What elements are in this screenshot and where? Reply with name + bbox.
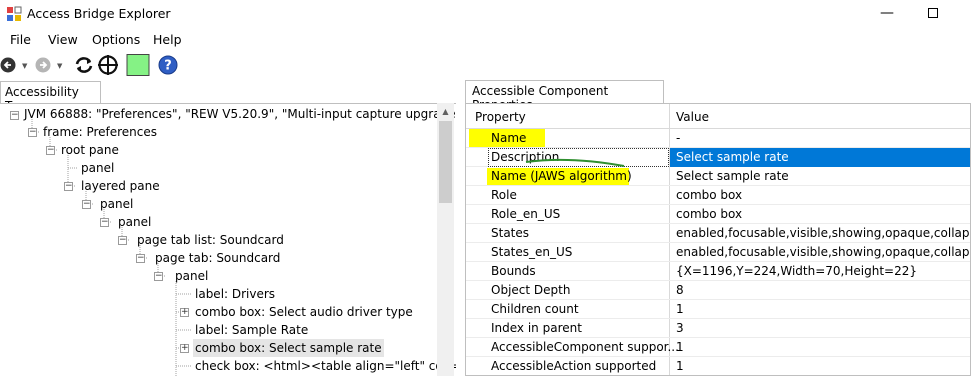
tree-node[interactable]: label: Sample Rate (195, 321, 308, 339)
property-value: - (676, 131, 681, 145)
property-row[interactable]: Name - (466, 129, 970, 148)
header-value[interactable]: Value (676, 110, 709, 124)
maximize-icon (928, 8, 938, 18)
tab-accessibility-tree[interactable]: Accessibility Tree (0, 81, 101, 113)
collapse-icon[interactable]: − (46, 146, 55, 155)
property-value: 3 (676, 321, 684, 335)
annotation-stroke (525, 158, 625, 167)
tree-scrollbar[interactable]: ▲ (437, 103, 454, 376)
property-name: Children count (491, 302, 579, 316)
property-row[interactable]: AccessibleComponent suppor... 1 (466, 338, 970, 357)
crosshair-icon[interactable] (97, 54, 119, 76)
grid-header: Property Value (466, 104, 970, 129)
accessibility-tree: − JVM 66888: "Preferences", "REW V5.20.9… (0, 103, 456, 376)
menu-bar: File View Options Help (0, 28, 971, 50)
properties-grid: Property Value Name - Description Select… (465, 103, 971, 376)
forward-dropdown-icon[interactable]: ▼ (57, 62, 62, 70)
tree-node[interactable]: combo box: Select audio driver type (195, 303, 413, 321)
svg-text:?: ? (164, 59, 172, 74)
back-icon[interactable] (0, 54, 20, 76)
refresh-icon[interactable] (73, 54, 95, 76)
tree-node[interactable]: panel (118, 213, 151, 231)
collapse-icon[interactable]: − (28, 128, 37, 137)
property-row[interactable]: Role_en_US combo box (466, 205, 970, 224)
property-row[interactable]: Bounds {X=1196,Y=224,Width=70,Height=22} (466, 262, 970, 281)
property-row[interactable]: Role combo box (466, 186, 970, 205)
tab-component-properties[interactable]: Accessible Component Properties (465, 80, 664, 112)
toolbar: ▼ ▼ ? (0, 50, 971, 80)
property-name: States (491, 226, 530, 240)
property-value: Select sample rate (676, 169, 789, 183)
collapse-icon[interactable]: − (154, 272, 163, 281)
tree-node[interactable]: layered pane (81, 177, 160, 195)
property-name: AccessibleComponent suppor... (491, 340, 679, 354)
property-row[interactable]: Children count 1 (466, 300, 970, 319)
property-name: Role (491, 188, 517, 202)
property-value: combo box (676, 207, 743, 221)
menu-file[interactable]: File (10, 32, 31, 47)
minimize-button[interactable]: — (864, 0, 910, 28)
property-row[interactable]: Index in parent 3 (466, 319, 970, 338)
maximize-button[interactable] (910, 0, 956, 28)
back-dropdown-icon[interactable]: ▼ (22, 62, 27, 70)
expand-icon[interactable]: + (180, 344, 189, 353)
property-row[interactable]: AccessibleAction supported 1 (466, 357, 970, 375)
property-value: combo box (676, 188, 743, 202)
property-value: {X=1196,Y=224,Width=70,Height=22} (676, 264, 917, 278)
property-value: 1 (676, 359, 684, 373)
collapse-icon[interactable]: − (82, 200, 91, 209)
app-icon (6, 6, 22, 22)
property-name: Index in parent (491, 321, 582, 335)
property-row[interactable]: Object Depth 8 (466, 281, 970, 300)
collapse-icon[interactable]: − (118, 236, 127, 245)
property-value: enabled,focusable,visible,showing,opaque… (676, 245, 971, 259)
property-value: 1 (676, 302, 684, 316)
property-value: 8 (676, 283, 684, 297)
expand-icon[interactable]: + (180, 308, 189, 317)
collapse-icon[interactable]: − (10, 111, 19, 120)
menu-options[interactable]: Options (92, 32, 140, 47)
property-name: Name (491, 131, 527, 145)
title-bar: Access Bridge Explorer — (0, 0, 971, 28)
collapse-icon[interactable]: − (100, 218, 109, 227)
tree-node[interactable]: JVM 66888: "Preferences", "REW V5.20.9",… (24, 105, 456, 123)
property-value: Select sample rate (676, 150, 789, 164)
tree-node[interactable]: label: Drivers (195, 285, 275, 303)
scroll-thumb[interactable] (439, 121, 452, 203)
tree-node[interactable]: root pane (61, 141, 119, 159)
header-property[interactable]: Property (475, 110, 526, 124)
help-icon[interactable]: ? (158, 54, 178, 76)
property-name: Role_en_US (491, 207, 561, 221)
window-title: Access Bridge Explorer (27, 6, 171, 21)
overlay-color-icon[interactable] (126, 54, 150, 76)
property-name: States_en_US (491, 245, 573, 259)
property-row[interactable]: States_en_US enabled,focusable,visible,s… (466, 243, 971, 262)
property-name: Bounds (491, 264, 536, 278)
property-value: enabled,focusable,visible,showing,opaque… (676, 226, 971, 240)
tree-node[interactable]: panel (175, 267, 208, 285)
tree-node-selected[interactable]: combo box: Select sample rate (193, 339, 384, 357)
tree-node[interactable]: page tab list: Soundcard (137, 231, 284, 249)
tree-node[interactable]: frame: Preferences (43, 123, 157, 141)
scroll-up-icon[interactable]: ▲ (437, 103, 454, 120)
collapse-icon[interactable]: − (64, 182, 73, 191)
menu-view[interactable]: View (48, 32, 78, 47)
collapse-icon[interactable]: − (136, 254, 145, 263)
property-name: Object Depth (491, 283, 571, 297)
property-value: 1 (676, 340, 684, 354)
tree-node[interactable]: panel (81, 159, 114, 177)
tree-node[interactable]: panel (100, 195, 133, 213)
property-row[interactable]: States enabled,focusable,visible,showing… (466, 224, 971, 243)
forward-icon[interactable] (34, 54, 54, 76)
menu-help[interactable]: Help (153, 32, 182, 47)
tree-node[interactable]: page tab: Soundcard (155, 249, 280, 267)
property-name: AccessibleAction supported (491, 359, 657, 373)
property-name: Name (JAWS algorithm) (491, 169, 632, 183)
tree-node[interactable]: check box: <html><table align="left" col… (195, 357, 456, 375)
